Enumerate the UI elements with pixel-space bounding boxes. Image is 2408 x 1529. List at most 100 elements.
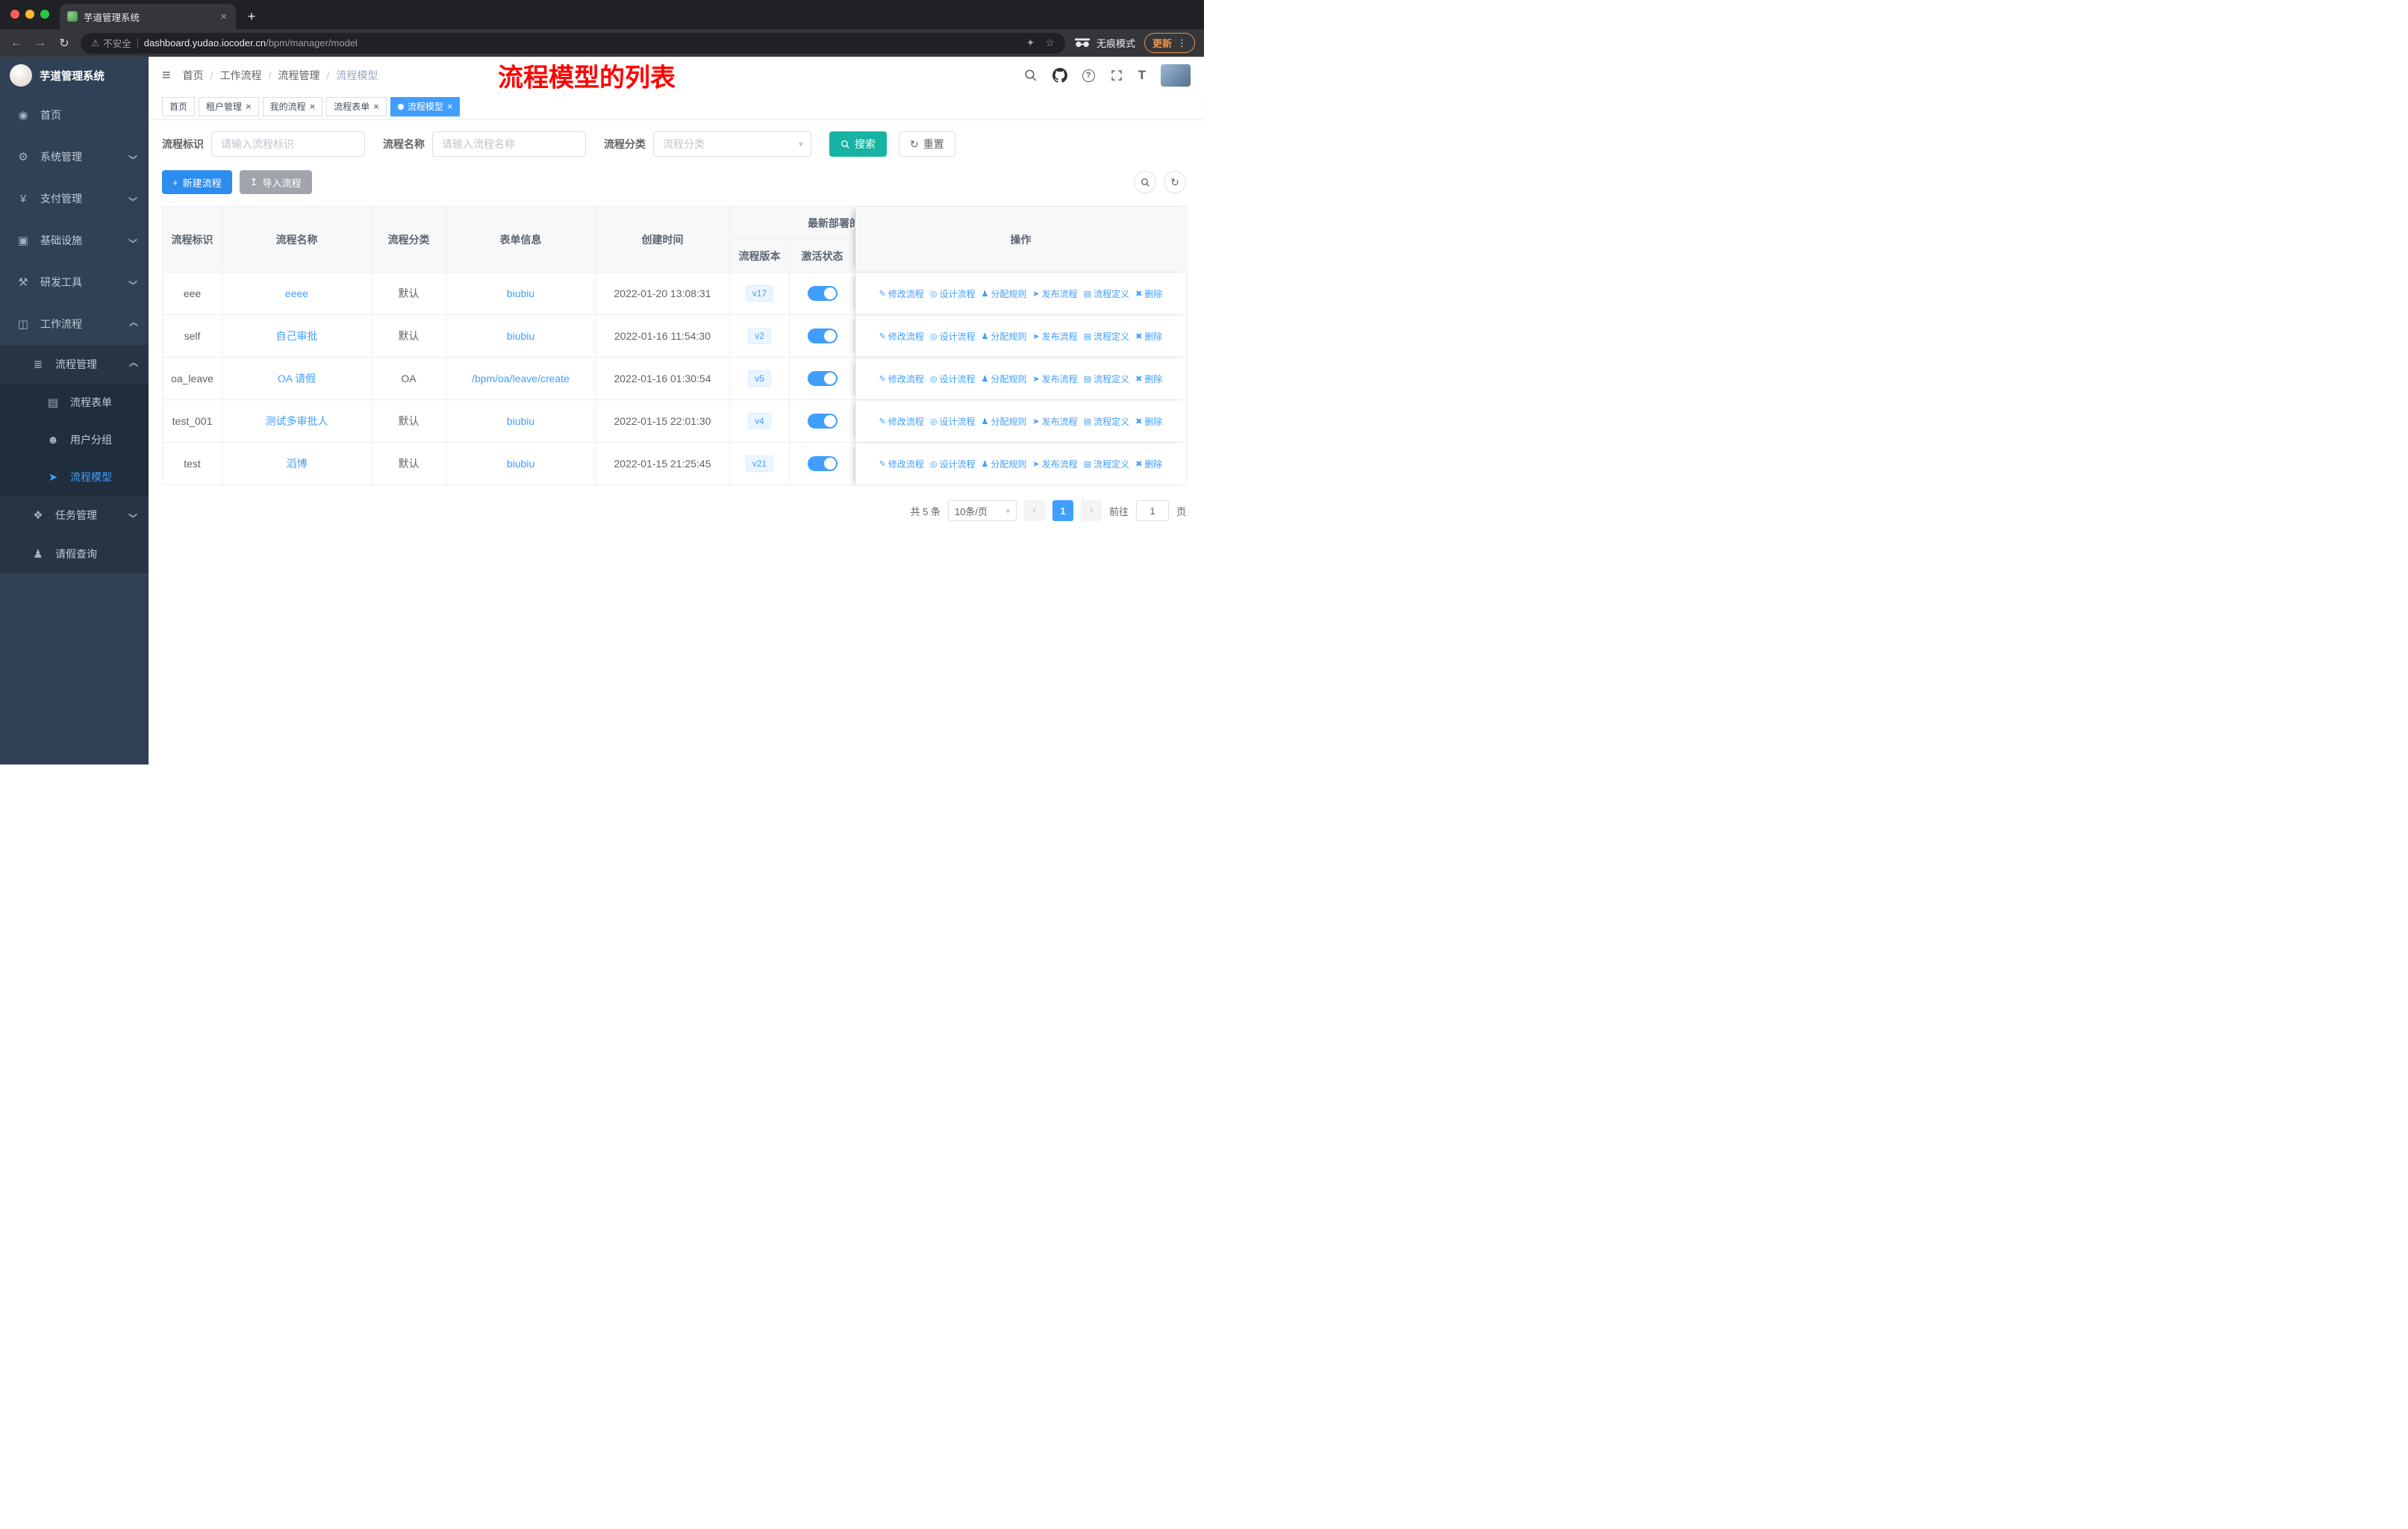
sidebar-logo[interactable]: 芋道管理系统 [0,57,149,94]
reset-button[interactable]: ↻ 重置 [899,131,955,157]
form-info-link[interactable]: biubiu [507,458,534,470]
sidebar-item-home[interactable]: ◉ 首页 [0,94,149,136]
process-name-link[interactable]: OA 请假 [278,373,316,384]
new-tab-button[interactable]: + [242,7,261,26]
activation-toggle[interactable] [807,328,838,343]
process-definition-link[interactable]: ▤ 流程定义 [1084,415,1129,428]
assign-rule-link[interactable]: ♟ 分配规则 [982,415,1027,428]
sidebar-item-workflow[interactable]: ◫ 工作流程 ❯ [0,303,149,345]
edit-process-link[interactable]: ✎ 修改流程 [879,373,924,385]
process-name-link[interactable]: 测试多审批人 [266,415,328,427]
delete-process-link[interactable]: ✖ 删除 [1135,373,1162,385]
import-process-button[interactable]: ↥ 导入流程 [239,170,312,194]
tag-process-form[interactable]: 流程表单 × [326,96,387,116]
design-process-link[interactable]: ◎ 设计流程 [930,330,976,343]
breadcrumb-item-home[interactable]: 首页 [183,68,204,83]
chrome-update-button[interactable]: 更新 ⋮ [1144,33,1195,53]
design-process-link[interactable]: ◎ 设计流程 [930,458,976,470]
delete-process-link[interactable]: ✖ 删除 [1135,415,1162,428]
help-icon[interactable]: ? [1082,69,1095,82]
zoom-window-button[interactable] [40,10,49,19]
process-name-input[interactable] [432,131,586,157]
search-icon[interactable] [1024,69,1038,82]
goto-page-input[interactable] [1135,500,1169,521]
close-icon[interactable]: × [373,102,379,111]
delete-process-link[interactable]: ✖ 删除 [1135,330,1162,343]
close-window-button[interactable] [10,10,19,19]
assign-rule-link[interactable]: ♟ 分配规则 [982,373,1027,385]
process-definition-link[interactable]: ▤ 流程定义 [1084,287,1129,300]
publish-process-link[interactable]: ➤ 发布流程 [1032,287,1077,300]
delete-process-link[interactable]: ✖ 删除 [1135,287,1162,300]
back-icon[interactable]: ← [9,37,24,50]
form-info-link[interactable]: biubiu [507,287,534,299]
tab-close-icon[interactable]: × [219,10,228,23]
page-size-select[interactable]: 10条/页 ▾ [947,500,1017,521]
activation-toggle[interactable] [807,456,838,471]
process-definition-link[interactable]: ▤ 流程定义 [1084,330,1129,343]
tag-home[interactable]: 首页 [162,96,196,116]
delete-process-link[interactable]: ✖ 删除 [1135,458,1162,470]
page-1-button[interactable]: 1 [1052,500,1073,521]
category-select[interactable]: 流程分类 ▾ [653,131,811,157]
hamburger-icon[interactable]: ≡ [162,67,171,84]
process-name-link[interactable]: 自己审批 [276,330,318,342]
assign-rule-link[interactable]: ♟ 分配规则 [982,287,1027,300]
close-icon[interactable]: × [310,102,316,111]
design-process-link[interactable]: ◎ 设计流程 [930,415,976,428]
edit-process-link[interactable]: ✎ 修改流程 [879,415,924,428]
form-info-link[interactable]: /bpm/oa/leave/create [472,373,570,384]
close-icon[interactable]: × [447,102,453,111]
activation-toggle[interactable] [807,414,838,429]
assign-rule-link[interactable]: ♟ 分配规则 [982,458,1027,470]
refresh-table-button[interactable]: ↻ [1164,171,1186,193]
menu-kebab-icon[interactable]: ⋮ [1177,37,1187,49]
forward-icon[interactable]: → [33,37,48,50]
fullscreen-icon[interactable] [1110,69,1123,82]
process-name-link[interactable]: eeee [285,287,308,299]
sidebar-item-process-form[interactable]: ▤ 流程表单 [0,384,149,421]
edit-process-link[interactable]: ✎ 修改流程 [879,330,924,343]
breadcrumb-item-process-mgmt[interactable]: 流程管理 [278,68,319,83]
design-process-link[interactable]: ◎ 设计流程 [930,287,976,300]
sidebar-item-payment-mgmt[interactable]: ¥ 支付管理 ❯ [0,178,149,219]
sidebar-item-process-model[interactable]: ➤ 流程模型 [0,458,149,496]
process-definition-link[interactable]: ▤ 流程定义 [1084,458,1129,470]
font-size-icon[interactable]: T [1138,68,1146,83]
sidebar-item-system-mgmt[interactable]: ⚙ 系统管理 ❯ [0,136,149,178]
passwords-key-icon[interactable]: ✦ [1026,37,1035,49]
close-icon[interactable]: × [246,102,252,111]
sidebar-item-dev-tools[interactable]: ⚒ 研发工具 ❯ [0,261,149,303]
publish-process-link[interactable]: ➤ 发布流程 [1032,458,1077,470]
process-definition-link[interactable]: ▤ 流程定义 [1084,373,1129,385]
bookmark-star-icon[interactable]: ☆ [1045,37,1055,49]
sidebar-item-process-mgmt[interactable]: ≣ 流程管理 ❯ [0,345,149,384]
sidebar-item-user-group[interactable]: ☻ 用户分组 [0,421,149,458]
browser-tab[interactable]: 芋道管理系统 × [60,4,236,29]
tag-process-model[interactable]: 流程模型 × [390,96,461,116]
edit-process-link[interactable]: ✎ 修改流程 [879,458,924,470]
github-icon[interactable] [1052,68,1067,83]
breadcrumb-item-workflow[interactable]: 工作流程 [220,68,262,83]
toggle-search-button[interactable] [1134,171,1156,193]
prev-page-button[interactable]: ‹ [1023,500,1045,521]
publish-process-link[interactable]: ➤ 发布流程 [1032,330,1077,343]
search-button[interactable]: 搜索 [829,131,887,157]
tag-tenant[interactable]: 租户管理 × [199,96,259,116]
minimize-window-button[interactable] [25,10,34,19]
process-key-input[interactable] [211,131,365,157]
publish-process-link[interactable]: ➤ 发布流程 [1032,415,1077,428]
activation-toggle[interactable] [807,371,838,386]
process-name-link[interactable]: 滔博 [287,458,308,470]
address-bar[interactable]: ⚠ 不安全 dashboard.yudao.iocoder.cn/bpm/man… [81,32,1065,54]
reload-icon[interactable]: ↻ [57,36,72,51]
sidebar-item-infrastructure[interactable]: ▣ 基础设施 ❯ [0,219,149,261]
assign-rule-link[interactable]: ♟ 分配规则 [982,330,1027,343]
form-info-link[interactable]: biubiu [507,415,534,427]
security-warning[interactable]: ⚠ 不安全 [91,36,131,50]
publish-process-link[interactable]: ➤ 发布流程 [1032,373,1077,385]
edit-process-link[interactable]: ✎ 修改流程 [879,287,924,300]
next-page-button[interactable]: › [1080,500,1102,521]
user-avatar[interactable] [1161,64,1191,87]
form-info-link[interactable]: biubiu [507,330,534,342]
